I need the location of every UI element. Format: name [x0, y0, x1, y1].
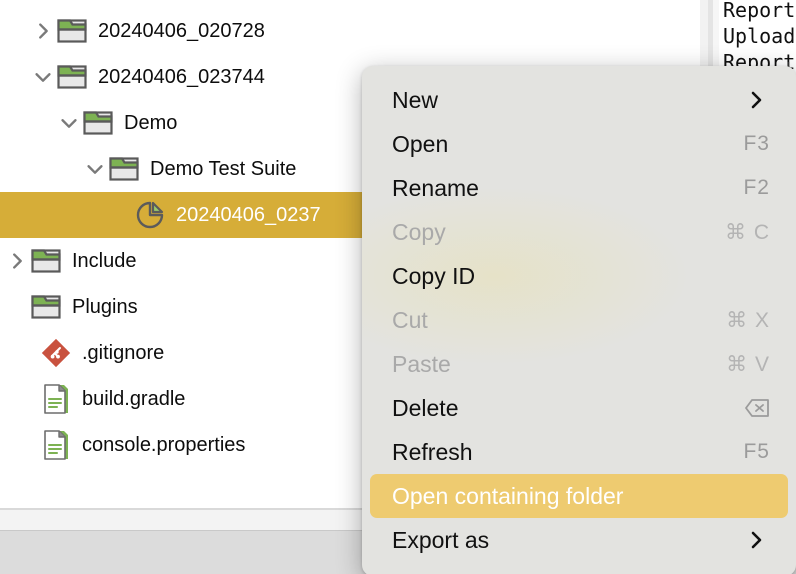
git-file-icon	[40, 337, 72, 369]
chevron-down-icon[interactable]	[82, 156, 108, 182]
tree-row-label: 20240406_023744	[98, 65, 265, 88]
chevron-right-icon	[744, 88, 768, 112]
tree-row-label: .gitignore	[82, 341, 165, 364]
twisty-placeholder	[14, 432, 40, 458]
menu-item[interactable]: Copy ID	[370, 254, 788, 298]
menu-item-accelerator: F2	[743, 176, 770, 199]
context-menu[interactable]: New Open F3 Rename F2 Copy ⌘ C Copy ID Cut ⌘ X Pas…	[362, 66, 796, 574]
text-file-icon	[40, 429, 72, 461]
folder-icon	[56, 61, 88, 93]
tree-row-label: 20240406_0237	[176, 203, 321, 226]
screen: 20240406_020728 20240406_023744 Demo Demo T…	[0, 0, 796, 574]
tree-row-label: Demo Test Suite	[150, 157, 297, 180]
tree-row-label: Plugins	[72, 295, 138, 318]
chevron-down-icon[interactable]	[56, 110, 82, 136]
menu-item: Copy ⌘ C	[370, 210, 788, 254]
menu-item-accelerator: ⌘ V	[726, 352, 770, 376]
menu-item[interactable]: Refresh F5	[370, 430, 788, 474]
tree-row[interactable]: 20240406_020728	[0, 8, 700, 54]
log-line: Report	[723, 0, 796, 22]
menu-item-label: Paste	[392, 350, 451, 377]
menu-item-label: Copy	[392, 218, 446, 245]
menu-item[interactable]: Open containing folder	[370, 474, 788, 518]
menu-item[interactable]: Export as	[370, 518, 788, 562]
twisty-placeholder	[14, 340, 40, 366]
chevron-right-icon	[744, 528, 768, 552]
menu-item-label: New	[392, 86, 439, 113]
folder-icon	[108, 153, 140, 185]
folder-icon	[30, 245, 62, 277]
tree-row-label: 20240406_020728	[98, 19, 265, 42]
tree-row-label: Demo	[124, 111, 178, 134]
menu-item[interactable]: Rename F2	[370, 166, 788, 210]
menu-item-accelerator: F3	[743, 132, 770, 155]
menu-item[interactable]: New	[370, 78, 788, 122]
menu-item-label: Delete	[392, 394, 459, 421]
tree-row-label: console.properties	[82, 433, 246, 456]
tree-row-label: build.gradle	[82, 387, 186, 410]
twisty-placeholder	[4, 294, 30, 320]
menu-item-accelerator: ⌘ C	[725, 220, 770, 244]
menu-item-label: Export as	[392, 526, 490, 553]
menu-item-label: Copy ID	[392, 262, 476, 289]
menu-item-label: Refresh	[392, 438, 473, 465]
menu-item-accelerator: F5	[743, 440, 770, 463]
folder-icon	[30, 291, 62, 323]
chevron-right-icon[interactable]	[4, 248, 30, 274]
text-file-icon	[40, 383, 72, 415]
menu-item[interactable]: Open F3	[370, 122, 788, 166]
log-line: Upload	[723, 24, 796, 48]
folder-icon	[82, 107, 114, 139]
chevron-right-icon[interactable]	[30, 18, 56, 44]
delete-key-icon	[744, 398, 770, 418]
folder-icon	[56, 15, 88, 47]
menu-item: Paste ⌘ V	[370, 342, 788, 386]
pie-chart-icon	[134, 199, 166, 231]
twisty-placeholder	[108, 202, 134, 228]
twisty-placeholder	[14, 386, 40, 412]
menu-item-label: Open	[392, 130, 449, 157]
menu-item-label: Rename	[392, 174, 479, 201]
menu-item[interactable]: Delete	[370, 386, 788, 430]
tree-row-label: Include	[72, 249, 137, 272]
menu-item: Cut ⌘ X	[370, 298, 788, 342]
menu-item-accelerator: ⌘ X	[726, 308, 770, 332]
menu-item-label: Open containing folder	[392, 482, 624, 509]
chevron-down-icon[interactable]	[30, 64, 56, 90]
menu-item-label: Cut	[392, 306, 428, 333]
